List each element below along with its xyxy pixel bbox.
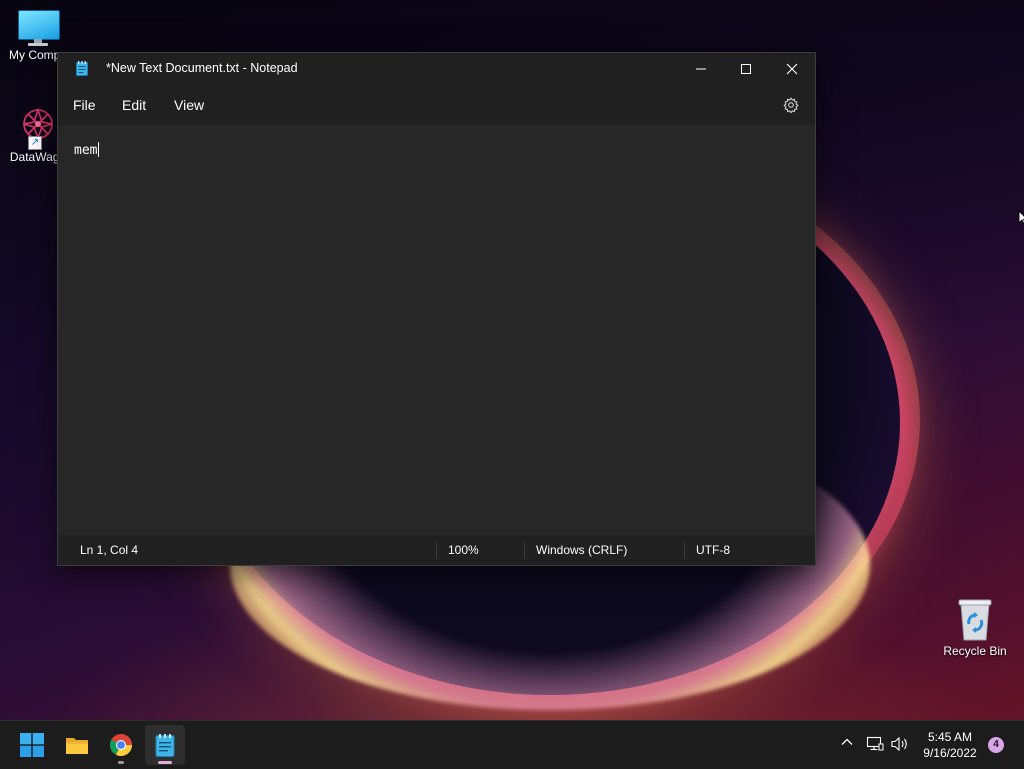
minimize-button[interactable] — [678, 53, 724, 85]
start-button[interactable] — [12, 725, 52, 765]
show-hidden-icons-button[interactable] — [840, 735, 854, 754]
menu-view[interactable]: View — [174, 97, 204, 113]
editor-text: mem — [74, 143, 98, 158]
notepad-icon — [76, 61, 88, 76]
taskbar-clock[interactable]: 5:45 AM 9/16/2022 — [916, 729, 984, 761]
title-bar[interactable]: *New Text Document.txt - Notepad — [58, 53, 815, 85]
status-bar: Ln 1, Col 4 100% Windows (CRLF) UTF-8 — [58, 535, 815, 565]
chrome-icon — [110, 734, 132, 757]
maximize-icon — [741, 64, 751, 74]
close-icon — [786, 63, 798, 75]
notepad-icon — [155, 734, 175, 757]
clock-date: 9/16/2022 — [923, 746, 977, 760]
monitor-icon — [17, 10, 60, 46]
text-caret — [98, 142, 100, 157]
notification-badge[interactable]: 4 — [988, 737, 1004, 753]
status-encoding[interactable]: UTF-8 — [696, 543, 730, 557]
desktop-icon-recycle-bin[interactable]: Recycle Bin — [937, 596, 1013, 658]
clock-time: 5:45 AM — [927, 730, 973, 744]
status-divider — [684, 541, 685, 559]
menu-edit[interactable]: Edit — [122, 97, 146, 113]
window-title: *New Text Document.txt - Notepad — [106, 61, 298, 75]
status-line-ending[interactable]: Windows (CRLF) — [536, 543, 627, 557]
notepad-window: *New Text Document.txt - Notepad File Ed… — [57, 52, 816, 566]
running-indicator — [118, 761, 124, 764]
menu-file[interactable]: File — [73, 97, 96, 113]
folder-icon — [66, 738, 88, 754]
volume-icon — [891, 736, 907, 752]
editor-content[interactable]: mem — [74, 142, 100, 158]
status-divider — [436, 541, 437, 559]
mouse-cursor-icon — [1018, 210, 1024, 226]
status-cursor-position: Ln 1, Col 4 — [80, 543, 139, 557]
gear-icon — [783, 97, 799, 114]
desktop-icon-label: Recycle Bin — [943, 644, 1007, 658]
taskbar-file-explorer[interactable] — [57, 725, 97, 765]
status-divider — [524, 541, 525, 559]
network-icon — [866, 736, 884, 751]
active-indicator — [158, 761, 172, 764]
taskbar-chrome[interactable] — [101, 725, 141, 765]
status-zoom[interactable]: 100% — [448, 543, 479, 557]
maximize-button[interactable] — [723, 53, 769, 85]
volume-button[interactable] — [890, 735, 910, 758]
taskbar-notepad[interactable] — [145, 725, 185, 765]
menu-bar: File Edit View — [58, 85, 815, 125]
taskbar: 5:45 AM 9/16/2022 4 — [0, 720, 1024, 769]
datawagon-icon: ↗ — [16, 104, 60, 150]
recycle-bin-icon — [955, 596, 995, 642]
text-editor[interactable]: mem — [58, 125, 815, 535]
windows-start-icon — [20, 733, 44, 757]
shortcut-arrow-icon: ↗ — [28, 136, 42, 150]
network-button[interactable] — [866, 735, 884, 758]
settings-button[interactable] — [783, 97, 799, 114]
chevron-up-icon — [841, 738, 853, 745]
close-button[interactable] — [769, 53, 815, 85]
minimize-icon — [696, 68, 706, 70]
